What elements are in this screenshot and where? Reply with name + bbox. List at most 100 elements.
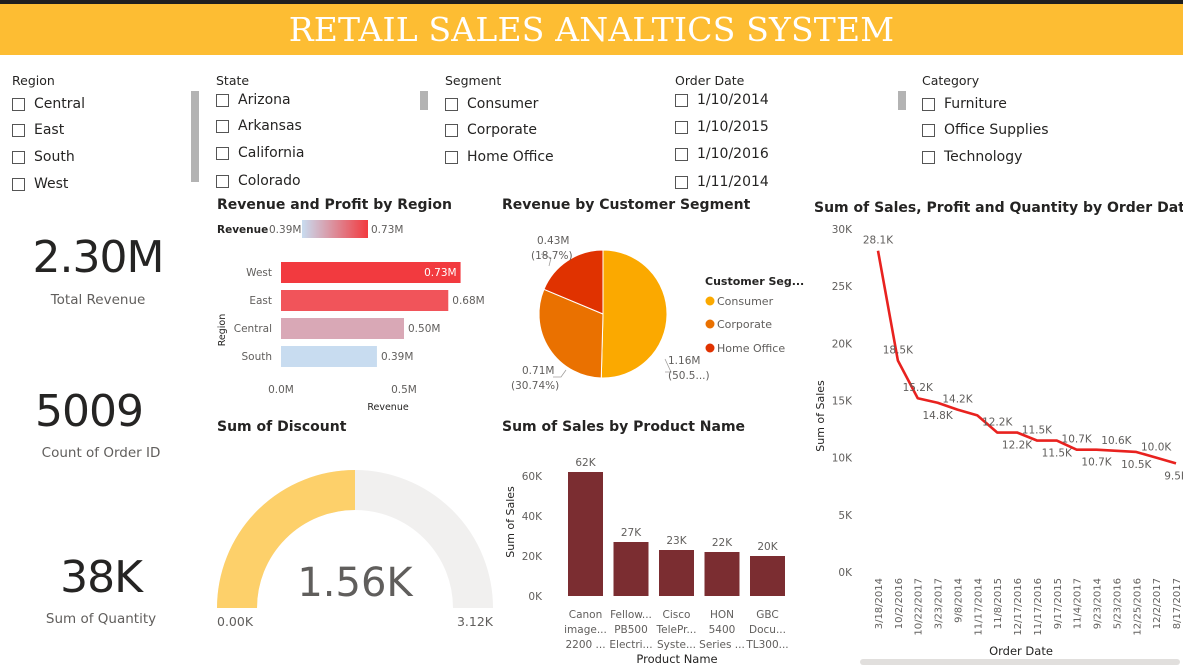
order-date-option[interactable]: 1/10/2015 [675,119,769,135]
region-option-central[interactable]: Central [12,96,85,112]
state-option-arizona[interactable]: Arizona [216,92,291,108]
category-option-office-supplies[interactable]: Office Supplies [922,122,1049,138]
checkbox[interactable] [445,97,458,111]
bar-data-label: 0.73M [424,267,456,279]
point-data-label: 10.5K [1121,459,1152,471]
point-data-label: 12.2K [982,417,1013,429]
gauge-min-label: 0.00K [217,614,254,629]
region-bar[interactable] [281,346,377,367]
checkbox[interactable] [675,175,688,189]
category-slicer-title: Category [922,73,980,88]
legend-marker-consumer [705,296,715,306]
x-category-label: image... [564,624,607,636]
x-tick-label: 5/23/2016 [1112,578,1123,629]
product-bar[interactable] [659,550,694,596]
category-option-technology[interactable]: Technology [922,149,1022,165]
point-data-label: 9.5K [1164,470,1183,482]
segment-option-corporate[interactable]: Corporate [445,122,537,138]
x-category-label: Cisco [663,609,691,621]
state-slicer-scrollbar[interactable] [420,91,428,110]
checkbox[interactable] [216,174,229,188]
checkbox[interactable] [12,177,25,191]
category-option-furniture[interactable]: Furniture [922,96,1007,112]
x-tick-label: 11/17/2016 [1033,578,1044,636]
y-tick-label: 0K [838,567,853,579]
bar-data-label: 23K [666,535,687,547]
x-tick-label: 3/18/2014 [874,578,885,629]
product-chart-title: Sum of Sales by Product Name [502,419,746,435]
region-option-south[interactable]: South [12,149,75,165]
region-bar[interactable] [281,318,404,339]
x-category-label: GBC [756,609,779,621]
option-label: Furniture [944,96,1007,112]
segment-pie-chart: 1.16M (50.5...) 0.71M (30.74%) 0.43M (18… [511,235,804,392]
segment-option-consumer[interactable]: Consumer [445,96,538,112]
kpi-order-count-value: 5009 [35,386,144,437]
checkbox[interactable] [675,93,688,107]
option-label: 1/10/2015 [697,119,769,135]
state-option-california[interactable]: California [216,145,304,161]
bar-data-label: 0.50M [408,323,440,335]
checkbox[interactable] [922,150,935,164]
product-bar[interactable] [704,552,740,596]
checkbox[interactable] [922,97,935,111]
y-tick-label: 20K [832,338,853,350]
checkbox[interactable] [922,123,935,137]
checkbox[interactable] [12,123,25,137]
bar-data-label: 22K [712,537,733,549]
option-label: South [34,149,75,165]
checkbox[interactable] [445,150,458,164]
legend-label-home-office: Home Office [717,342,785,355]
x-tick-label: 9/17/2015 [1053,578,1064,629]
region-option-east[interactable]: East [12,122,64,138]
option-label: Home Office [467,149,554,165]
pie-legend-title: Customer Seg... [705,275,804,288]
bar-data-label: 27K [621,527,642,539]
horizontal-scrollbar[interactable] [860,659,1180,665]
point-data-label: 10.6K [1101,435,1132,447]
checkbox[interactable] [216,146,229,160]
bar-data-label: 62K [575,457,596,469]
region-slicer-scrollbar[interactable] [191,91,199,182]
segment-chart-title: Revenue by Customer Segment [502,197,751,213]
legend-label-corporate: Corporate [717,318,772,331]
y-tick-label: 0K [528,591,543,603]
legend-marker-corporate [705,319,715,329]
checkbox[interactable] [445,123,458,137]
checkbox[interactable] [216,119,229,133]
product-bar[interactable] [568,472,603,596]
checkbox[interactable] [216,93,229,107]
bar-data-label: 20K [757,541,778,553]
option-label: California [238,145,305,161]
x-tick-label: 0.0M [268,384,294,396]
option-label: Central [34,96,85,112]
state-option-colorado[interactable]: Colorado [216,173,301,189]
product-bar[interactable] [613,542,649,596]
region-option-west[interactable]: West [12,176,68,192]
order-date-option[interactable]: 1/10/2014 [675,92,769,108]
checkbox[interactable] [675,147,688,161]
order-date-option[interactable]: 1/11/2014 [675,174,769,190]
region-bar-chart: Revenue 0.39M 0.73M Region West 0.73M East… [217,220,485,413]
checkbox[interactable] [12,97,25,111]
y-tick-label: 40K [522,511,543,523]
state-option-arkansas[interactable]: Arkansas [216,118,302,134]
segment-option-home-office[interactable]: Home Office [445,149,554,165]
y-category-label: East [249,295,272,307]
option-label: Technology [944,149,1023,165]
option-label: West [34,176,69,192]
pie-slice[interactable] [600,249,668,379]
point-data-label: 14.8K [922,410,953,422]
segment-slicer-title: Segment [445,73,502,88]
region-bar[interactable] [281,290,449,311]
x-category-label: HON [710,609,734,621]
y-axis-title: Region [217,314,228,347]
point-data-label: 11.5K [1022,425,1053,437]
option-label: Consumer [467,96,539,112]
checkbox[interactable] [675,120,688,134]
product-bar[interactable] [750,556,785,596]
order-date-option[interactable]: 1/10/2016 [675,146,769,162]
checkbox[interactable] [12,150,25,164]
x-tick-label: 12/2/2017 [1152,578,1163,629]
order-date-slicer-scrollbar[interactable] [898,91,906,110]
